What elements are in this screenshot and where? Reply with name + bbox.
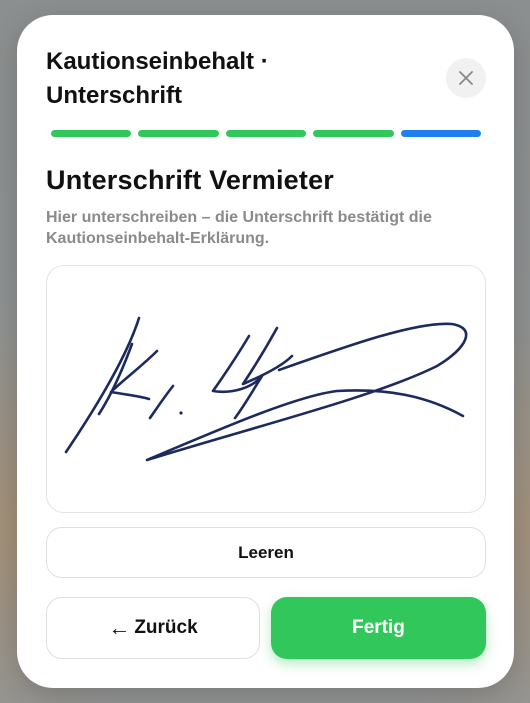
close-icon — [459, 71, 473, 85]
back-button-label: Zurück — [134, 617, 198, 638]
signature-pad[interactable] — [46, 265, 486, 513]
close-button[interactable] — [446, 58, 486, 98]
section-description: Hier unterschreiben – die Unterschrift b… — [46, 209, 432, 247]
dialog-title-line2: Unterschrift — [46, 82, 183, 109]
step-progress — [51, 130, 482, 137]
dialog-title: Kautionseinbehalt · Unterschrift — [46, 45, 346, 113]
progress-step — [313, 130, 394, 137]
progress-step — [51, 130, 132, 137]
arrow-left-icon: ← — [108, 615, 131, 640]
dialog-title-line1: Kautionseinbehalt · — [46, 48, 269, 75]
progress-step — [225, 130, 307, 137]
back-button[interactable]: ← Zurück — [46, 597, 260, 659]
clear-button-label: Leeren — [238, 542, 294, 562]
clear-button[interactable]: Leeren — [46, 527, 486, 578]
done-button-label: Fertig — [352, 617, 405, 638]
done-button[interactable]: Fertig — [271, 597, 486, 659]
signature-dialog: Kautionseinbehalt · Unterschrift Untersc… — [17, 15, 514, 688]
signature-drawing — [64, 316, 468, 462]
progress-step-current — [400, 130, 482, 137]
section-heading: Unterschrift Vermieter — [46, 165, 335, 195]
progress-step — [138, 130, 219, 137]
